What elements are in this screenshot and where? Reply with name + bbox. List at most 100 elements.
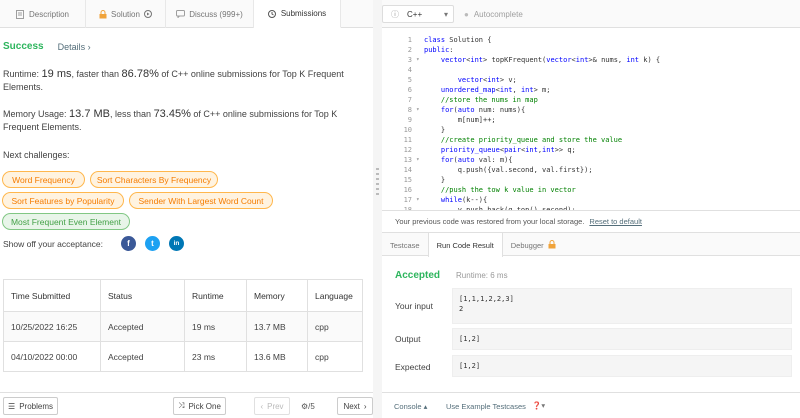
- challenge-chip[interactable]: Most Frequent Even Element: [2, 213, 130, 230]
- code-text: m[num]++;: [424, 116, 496, 124]
- problems-button[interactable]: ☰ Problems: [3, 397, 58, 415]
- next-button[interactable]: Next ›: [337, 397, 373, 415]
- line-number: 2: [407, 46, 412, 54]
- tab-testcase[interactable]: Testcase: [382, 233, 428, 257]
- linkedin-icon[interactable]: in: [169, 236, 184, 251]
- tab-description[interactable]: Description: [0, 0, 86, 28]
- page-indicator: ⚙/5: [301, 402, 315, 411]
- tab-discuss[interactable]: Discuss (999+): [166, 0, 254, 28]
- code-line[interactable]: 2 public:: [382, 45, 800, 55]
- shuffle-icon: ⤨: [178, 401, 185, 410]
- cell-status[interactable]: Accepted: [100, 341, 185, 372]
- help-icon[interactable]: ❓▾: [532, 401, 545, 410]
- autocomplete-toggle[interactable]: ● Autocomplete: [464, 10, 523, 19]
- col-memory[interactable]: Memory: [246, 279, 308, 312]
- code-text: q.push({val.second, val.first});: [424, 166, 593, 174]
- challenge-chip[interactable]: Word Frequency: [2, 171, 85, 188]
- code-text: for(auto val: m){: [440, 156, 513, 164]
- cell-runtime: 23 ms: [184, 341, 247, 372]
- run-result: Accepted Runtime: 6 ms Your input [1,1,1…: [382, 256, 800, 396]
- cell-status[interactable]: Accepted: [100, 311, 185, 342]
- details-link[interactable]: Details ›: [58, 42, 91, 52]
- code-line[interactable]: 17 ▾ while(k--){: [382, 195, 800, 205]
- code-line[interactable]: 11 //create priority_queue and store the…: [382, 135, 800, 145]
- code-line[interactable]: 14 q.push({val.second, val.first});: [382, 165, 800, 175]
- reset-to-default-link[interactable]: Reset to default: [589, 217, 642, 226]
- code-line[interactable]: 6 unordered_map<int, int> m;: [382, 85, 800, 95]
- col-time-submitted[interactable]: Time Submitted: [3, 279, 101, 312]
- code-line[interactable]: 9 m[num]++;: [382, 115, 800, 125]
- tab-solution[interactable]: Solution: [86, 0, 166, 28]
- code-line[interactable]: 4: [382, 65, 800, 75]
- table-header-row: Time Submitted Status Runtime Memory Lan…: [3, 279, 363, 312]
- memory-stat: Memory Usage: 13.7 MB, less than 73.45% …: [3, 108, 338, 132]
- tab-run-code-result[interactable]: Run Code Result: [427, 233, 503, 257]
- chevron-right-icon: ›: [87, 41, 91, 52]
- cell-memory: 13.6 MB: [246, 341, 308, 372]
- line-number: 5: [407, 76, 412, 84]
- output-value: [1,2]: [452, 328, 792, 350]
- code-line[interactable]: 1 class Solution {: [382, 35, 800, 45]
- problem-tabs: Description Solution Discuss (999+) Subm…: [0, 0, 373, 28]
- language-select[interactable]: ⓘ C++ ▾: [382, 5, 454, 23]
- code-text: //push the tow k value in vector: [440, 186, 576, 194]
- panel-divider[interactable]: [373, 0, 382, 418]
- code-text: for(auto num: nums){: [440, 106, 526, 114]
- code-text: public:: [424, 46, 454, 54]
- col-language[interactable]: Language: [307, 279, 363, 312]
- tab-submissions-label: Submissions: [280, 9, 327, 18]
- runtime-percent: 86.78%: [121, 68, 159, 80]
- table-row: 04/10/2022 00:00 Accepted 23 ms 13.6 MB …: [3, 341, 363, 372]
- list-icon: ☰: [8, 401, 16, 411]
- runtime-stat: Runtime: 19 ms, faster than 86.78% of C+…: [3, 68, 344, 92]
- drag-handle[interactable]: [376, 168, 379, 196]
- code-text: vector<int> topKFrequent(vector<int>& nu…: [440, 56, 661, 64]
- clock-icon: [268, 9, 277, 18]
- left-panel: Description Solution Discuss (999+) Subm…: [0, 0, 373, 418]
- code-line[interactable]: 3 ▾ vector<int> topKFrequent(vector<int>&…: [382, 55, 800, 65]
- col-runtime[interactable]: Runtime: [184, 279, 247, 312]
- pick-one-button[interactable]: ⤨ Pick One: [173, 397, 226, 415]
- run-result-header: Accepted Runtime: 6 ms: [395, 270, 508, 281]
- chevron-right-icon: ›: [363, 401, 367, 411]
- code-line[interactable]: 16 //push the tow k value in vector: [382, 185, 800, 195]
- fold-arrow-icon[interactable]: ▾: [416, 155, 420, 165]
- challenge-chip[interactable]: Sender With Largest Word Count: [129, 192, 273, 209]
- code-line[interactable]: 7 //store the nums in map: [382, 95, 800, 105]
- memory-percent: 73.45%: [153, 108, 191, 120]
- code-line[interactable]: 8 ▾ for(auto num: nums){: [382, 105, 800, 115]
- col-status[interactable]: Status: [100, 279, 185, 312]
- line-number: 1: [407, 36, 412, 44]
- console-button[interactable]: Console ▴: [394, 402, 427, 411]
- tab-description-label: Description: [28, 9, 69, 19]
- restore-notice: Your previous code was restored from you…: [382, 210, 800, 232]
- code-text: }: [424, 126, 446, 134]
- chevron-up-icon: ▴: [423, 402, 428, 411]
- tab-debugger[interactable]: Debugger: [503, 233, 564, 257]
- code-text: vector<int> v;: [457, 76, 517, 84]
- fold-arrow-icon[interactable]: ▾: [416, 195, 420, 205]
- code-line[interactable]: 5 vector<int> v;: [382, 75, 800, 85]
- challenge-chip[interactable]: Sort Characters By Frequency: [90, 171, 218, 188]
- use-example-testcases-link[interactable]: Use Example Testcases: [446, 402, 526, 411]
- code-line[interactable]: 12 priority_queue<pair<int,int>> q;: [382, 145, 800, 155]
- fold-arrow-icon[interactable]: ▾: [416, 55, 420, 65]
- prev-button[interactable]: ‹ Prev: [254, 397, 290, 415]
- fold-arrow-icon[interactable]: ▾: [416, 105, 420, 115]
- bottom-bar-right: Console ▴ Use Example Testcases ❓▾: [382, 392, 800, 418]
- expected-value: [1,2]: [452, 355, 792, 377]
- line-number: 9: [407, 116, 412, 124]
- table-row: 10/25/2022 16:25 Accepted 19 ms 13.7 MB …: [3, 311, 363, 342]
- challenge-chip[interactable]: Sort Features by Popularity: [2, 192, 124, 209]
- code-line[interactable]: 13 ▾ for(auto val: m){: [382, 155, 800, 165]
- twitter-icon[interactable]: t: [145, 236, 160, 251]
- code-line[interactable]: 10 }: [382, 125, 800, 135]
- success-status: Success: [3, 41, 44, 52]
- code-line[interactable]: 15 }: [382, 175, 800, 185]
- chevron-left-icon: ‹: [260, 401, 264, 411]
- code-editor[interactable]: 1 class Solution {2 public: 3 ▾ vector<int> …: [382, 28, 800, 210]
- tab-submissions[interactable]: Submissions: [254, 0, 341, 28]
- facebook-icon[interactable]: f: [121, 236, 136, 251]
- line-number: 3: [407, 56, 412, 64]
- lock-icon: [548, 239, 556, 251]
